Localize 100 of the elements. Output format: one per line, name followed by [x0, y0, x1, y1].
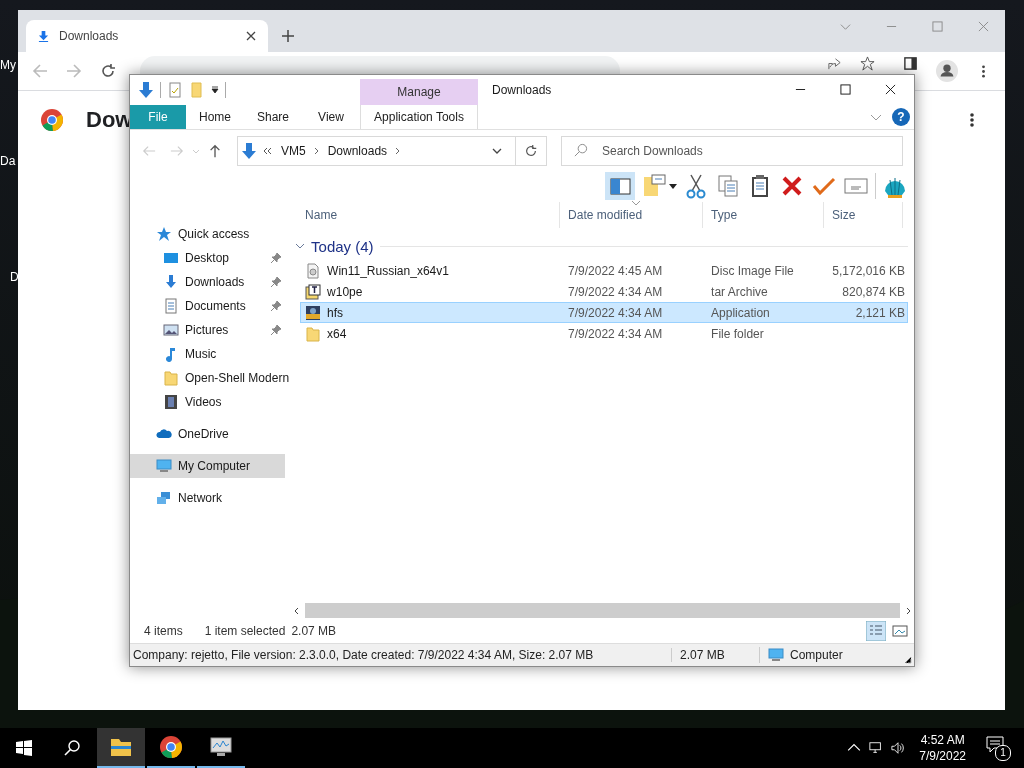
table-cell-text: 2,121 KB [854, 305, 907, 320]
avatar-icon[interactable] [936, 60, 958, 82]
column-header[interactable]: Type [703, 202, 825, 228]
sidebar-item[interactable]: Network [130, 486, 290, 510]
address-bar[interactable]: VM5 Downloads [237, 136, 547, 166]
location-label: Computer [790, 648, 843, 662]
download-icon [241, 143, 257, 159]
sidebar-item[interactable]: Quick access [130, 222, 290, 246]
caret-icon[interactable] [669, 182, 677, 190]
search-field[interactable]: Search Downloads [561, 136, 903, 166]
window-title: Downloads [491, 82, 552, 99]
table-cell-text: 7/9/2022 4:34 AM [567, 305, 664, 320]
browser-logo-icon [159, 735, 183, 759]
table-cell-text: 7/9/2022 4:34 AM [567, 326, 664, 341]
table-cell-text: Disc Image File [710, 263, 795, 278]
scroll-right-icon[interactable] [904, 606, 912, 615]
star-icon [156, 226, 172, 242]
table-cell-text: 7/9/2022 4:34 AM [567, 284, 664, 299]
chevron-down-icon[interactable] [295, 241, 306, 251]
column-header[interactable]: Name [297, 202, 561, 228]
chevron-right-icon[interactable] [313, 147, 320, 155]
file-size: 2.07 MB [671, 648, 759, 662]
resize-grip-icon[interactable] [904, 656, 912, 664]
search-icon[interactable] [64, 740, 80, 756]
sidebar-item[interactable]: My Computer [130, 454, 286, 478]
notification-icon[interactable] [986, 736, 1004, 754]
computer-icon [768, 647, 784, 663]
taskbar-app[interactable] [97, 728, 145, 768]
file-row[interactable]: hfs 7/9/2022 4:34 AM Application 2,121 KB [300, 302, 909, 323]
selection-count: 1 item selected [204, 624, 286, 638]
close-icon[interactable] [885, 84, 896, 95]
pictures-icon [163, 322, 179, 338]
monitor-icon [209, 735, 233, 759]
group-header[interactable]: Today (4) [311, 237, 374, 255]
refresh-icon [524, 144, 538, 158]
file-name: x64 [327, 326, 347, 341]
breadcrumb[interactable]: VM5 [279, 144, 308, 158]
close-icon[interactable] [246, 31, 256, 41]
table-cell-text: 820,874 KB [841, 284, 907, 299]
details-text: Company: rejetto, File version: 2.3.0.0, Date created: 7/9/2022 4:34 AM, Size: 2.07 MB [132, 648, 595, 662]
side-panel-icon[interactable] [903, 56, 918, 71]
share-icon[interactable] [827, 56, 842, 71]
table-cell-text: File folder [710, 326, 765, 341]
speaker-icon[interactable] [891, 741, 906, 755]
double-chevron-icon[interactable] [263, 147, 273, 155]
scroll-left-icon[interactable] [293, 606, 301, 615]
sidebar-item[interactable]: Music [130, 342, 290, 366]
sidebar-item[interactable]: OneDrive [130, 422, 290, 446]
reload-icon[interactable] [100, 63, 116, 79]
sidebar-item[interactable]: Documents [130, 294, 290, 318]
context-tab-header: Manage [360, 79, 478, 105]
notification-badge: 1 [995, 745, 1011, 761]
logo-icon [40, 108, 64, 132]
file-name: Win11_Russian_x64v1 [327, 263, 449, 278]
videos-icon [163, 394, 179, 410]
chevron-right-icon[interactable] [395, 147, 402, 155]
file-row[interactable]: Win11_Russian_x64v1 7/9/2022 4:45 AM Disc Image File 5,172,016 KB [300, 260, 909, 281]
sort-caret-icon [631, 200, 642, 206]
menu-icon[interactable] [969, 112, 975, 128]
up-icon[interactable] [208, 144, 222, 158]
sidebar-item[interactable]: Desktop [130, 246, 290, 270]
sidebar-item[interactable]: Open-Shell Modern [130, 366, 290, 390]
file-name: w10pe [327, 284, 363, 299]
download-icon [38, 30, 49, 42]
preview-pane-icon[interactable] [605, 172, 635, 200]
file-row[interactable]: x64 7/9/2022 4:34 AM File folder [300, 323, 909, 344]
clock[interactable]: 4:52 AM 7/9/2022 [919, 732, 966, 764]
folder-icon [163, 370, 179, 386]
disc-file-icon [305, 262, 322, 279]
windows-logo-icon[interactable] [16, 740, 32, 756]
ribbon-tab[interactable]: View [302, 105, 360, 129]
selection-size: 2.07 MB [291, 624, 337, 638]
network-icon [156, 490, 172, 506]
ribbon-tab[interactable]: Home [186, 105, 244, 129]
table-cell-text: 7/9/2022 4:45 AM [567, 263, 664, 278]
dropdown-icon[interactable] [211, 86, 219, 94]
date-label: 7/9/2022 [919, 748, 966, 764]
file-row[interactable]: w10pe 7/9/2022 4:34 AM tar Archive 820,874 KB [300, 281, 909, 302]
sidebar-item[interactable]: Downloads [130, 270, 290, 294]
help-button[interactable]: ? [892, 108, 910, 126]
desktop-icon-label: Da [0, 154, 16, 168]
sidebar-item[interactable]: Pictures [130, 318, 290, 342]
column-header[interactable]: Size [824, 202, 904, 228]
computer-icon [156, 458, 172, 474]
star-icon[interactable] [860, 56, 875, 71]
file-name: hfs [327, 305, 344, 320]
sidebar-item[interactable]: Videos [130, 390, 290, 414]
network-icon[interactable] [869, 741, 884, 755]
archive-file-icon [305, 283, 322, 300]
ribbon-tab[interactable]: Share [244, 105, 302, 129]
new-tab-icon[interactable] [282, 30, 294, 42]
desktop-icon [163, 250, 179, 266]
browser-tab[interactable]: Downloads [26, 20, 268, 52]
download-icon [138, 82, 154, 98]
search-icon [573, 143, 588, 158]
maximize-icon[interactable] [840, 84, 851, 95]
application-icon [305, 304, 322, 321]
desktop-icon-label: My [0, 58, 16, 72]
column-header[interactable]: Date modified [560, 202, 704, 228]
breadcrumb[interactable]: Downloads [325, 144, 390, 158]
